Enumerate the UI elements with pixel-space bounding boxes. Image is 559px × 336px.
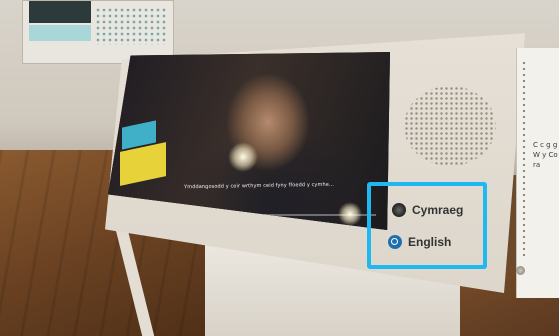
- english-label: English: [408, 235, 452, 249]
- museum-kiosk-scene: Ymddangosodd y ceir wrthym ceid fyny ffo…: [0, 0, 559, 336]
- cymraeg-label: Cymraeg: [412, 203, 464, 217]
- poster-dot-grid: [95, 7, 167, 45]
- dragon-icon: [392, 203, 406, 217]
- english-button[interactable]: English: [388, 235, 451, 249]
- wall-poster: [22, 0, 174, 64]
- side-dot-column: [521, 60, 527, 260]
- video-light: [228, 142, 258, 172]
- side-panel-text: C c g g W y Co ra: [533, 141, 558, 169]
- panel-knob: [516, 266, 525, 275]
- cymraeg-button[interactable]: Cymraeg: [392, 203, 463, 217]
- speaker-grille: [404, 86, 496, 166]
- poster-cyan-block: [29, 25, 91, 41]
- globe-icon: [388, 235, 402, 249]
- poster-dark-block: [29, 1, 91, 23]
- language-selector-highlight: [367, 182, 487, 269]
